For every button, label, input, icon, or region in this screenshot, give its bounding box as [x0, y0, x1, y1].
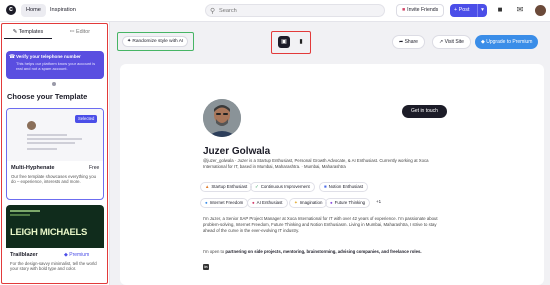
nav-home[interactable]: Home	[21, 4, 46, 17]
check-icon: ✓	[255, 184, 259, 189]
chevron-down-icon[interactable]: ▾	[477, 4, 487, 17]
template-card-multi-hyphenate[interactable]: Selected Multi-Hyphenate Free Our free t…	[6, 108, 104, 200]
app-logo[interactable]: c	[6, 5, 16, 15]
get-in-touch-button[interactable]: Get in touch	[402, 105, 447, 118]
desktop-view-icon[interactable]: ▣	[278, 36, 290, 48]
notifications-icon[interactable]: ■	[495, 5, 505, 15]
template-price-tag: Free	[89, 165, 100, 171]
interest-chip[interactable]: ● Future Thinking	[325, 198, 371, 208]
interest-chip[interactable]: ✓ Continuous Improvement	[250, 182, 315, 192]
profile-preview: Get in touch Juzer Golwala @juzer_golwal…	[120, 64, 544, 285]
template-panel: ✎ Templates ✏ Editor ☎ Verify your telep…	[0, 22, 110, 285]
external-link-icon: ↗	[439, 39, 444, 45]
thumbnail-line	[27, 148, 57, 150]
template-price-tag: ◆ Premium	[64, 252, 90, 258]
template-card-trailblazer[interactable]: LEIGH MICHAELS Trailblazer ◆ Premium For…	[6, 205, 104, 283]
carousel-dot[interactable]	[52, 82, 56, 86]
lightbulb-icon: ✦	[294, 200, 298, 205]
phone-icon: ☎	[9, 54, 16, 60]
messages-icon[interactable]: ✉	[515, 5, 525, 15]
premium-icon: ◆	[481, 39, 485, 45]
sparkle-icon: ✦	[127, 39, 132, 44]
tab-templates[interactable]: ✎ Templates	[4, 25, 52, 39]
thumbnail-title: LEIGH MICHAELS	[10, 227, 88, 238]
premium-icon: ◆	[64, 252, 68, 258]
open-to-list: partnering on side projects, mentoring, …	[225, 249, 422, 254]
post-button[interactable]: + Post ▾	[450, 4, 487, 17]
more-chips[interactable]: +1	[372, 198, 385, 208]
randomize-highlight: ✦ Randomize style with AI	[117, 32, 194, 51]
invite-label: Invite Friends	[407, 7, 439, 13]
globe-icon: ●	[205, 200, 208, 205]
tab-editor[interactable]: ✏ Editor	[56, 25, 104, 39]
selected-badge: Selected	[75, 115, 98, 123]
thumbnail-line	[27, 142, 75, 144]
profile-about: I'm Juzer, a Senior SAP Project Manager …	[203, 216, 438, 234]
randomize-style-button[interactable]: ✦ Randomize style with AI	[122, 36, 189, 47]
top-nav: c Home Inspiration ⚲ ■Invite Friends + P…	[0, 0, 550, 22]
post-label: + Post	[454, 7, 470, 13]
gift-icon: ■	[402, 7, 406, 13]
nav-inspiration[interactable]: Inspiration	[50, 4, 76, 17]
search-icon: ⚲	[210, 8, 216, 15]
share-button[interactable]: ➦ Share	[392, 35, 425, 49]
template-description: For the design-savvy minimalist, tell th…	[10, 261, 97, 272]
template-thumbnail: Selected	[7, 109, 103, 161]
interest-chip[interactable]: ✦ Imagination	[289, 198, 328, 208]
template-name: Trailblazer	[10, 252, 38, 258]
interest-chip[interactable]: ● AI Enthusiast	[247, 198, 288, 208]
search-bar[interactable]: ⚲	[205, 4, 385, 17]
template-description: Our free template showcases everything y…	[11, 174, 97, 185]
thumbnail-line	[10, 210, 40, 212]
mobile-view-icon[interactable]: ▮	[296, 36, 306, 48]
thumbnail-line	[10, 214, 30, 216]
profile-photo	[203, 99, 241, 137]
rocket-icon: ▲	[205, 184, 210, 189]
device-toggle: ▣ ▮	[271, 31, 311, 54]
template-thumbnail: LEIGH MICHAELS	[6, 205, 104, 248]
verify-phone-banner[interactable]: ☎ Verify your telephone number This help…	[6, 51, 104, 79]
linkedin-icon[interactable]: in	[203, 264, 209, 270]
share-icon: ➦	[399, 39, 404, 45]
interest-chip[interactable]: ▲ Startup Enthusiast	[200, 182, 253, 192]
profile-bio: @juzer_golwala · Juzer is a Startup Enth…	[203, 158, 429, 170]
interest-chip[interactable]: ■ Notion Enthusiast	[319, 182, 369, 192]
visit-site-button[interactable]: ↗ Visit Site	[432, 35, 471, 49]
edit-icon: ✏	[69, 29, 75, 35]
verify-body: This helps our platform know your accoun…	[16, 61, 96, 71]
upgrade-premium-button[interactable]: ◆ Upgrade to Premium	[475, 35, 539, 49]
template-name: Multi-Hyphenate	[11, 165, 55, 171]
verify-title: Verify your telephone number	[16, 54, 81, 59]
search-input[interactable]	[219, 5, 379, 16]
thumbnail-line	[27, 138, 82, 140]
interest-chip[interactable]: ● Internet Freedom	[200, 198, 249, 208]
templates-icon: ✎	[12, 29, 18, 35]
user-avatar[interactable]	[535, 5, 546, 16]
profile-name: Juzer Golwala	[203, 146, 271, 157]
invite-friends-button[interactable]: ■ Invite Friends	[396, 4, 445, 17]
open-to-line: I'm open to partnering on side projects,…	[203, 249, 422, 254]
thumbnail-line	[27, 134, 67, 136]
future-icon: ●	[330, 200, 333, 205]
choose-template-heading: Choose your Template	[7, 92, 88, 101]
thumbnail-avatar	[27, 121, 36, 130]
notion-icon: ■	[324, 184, 327, 189]
ai-icon: ●	[252, 200, 255, 205]
